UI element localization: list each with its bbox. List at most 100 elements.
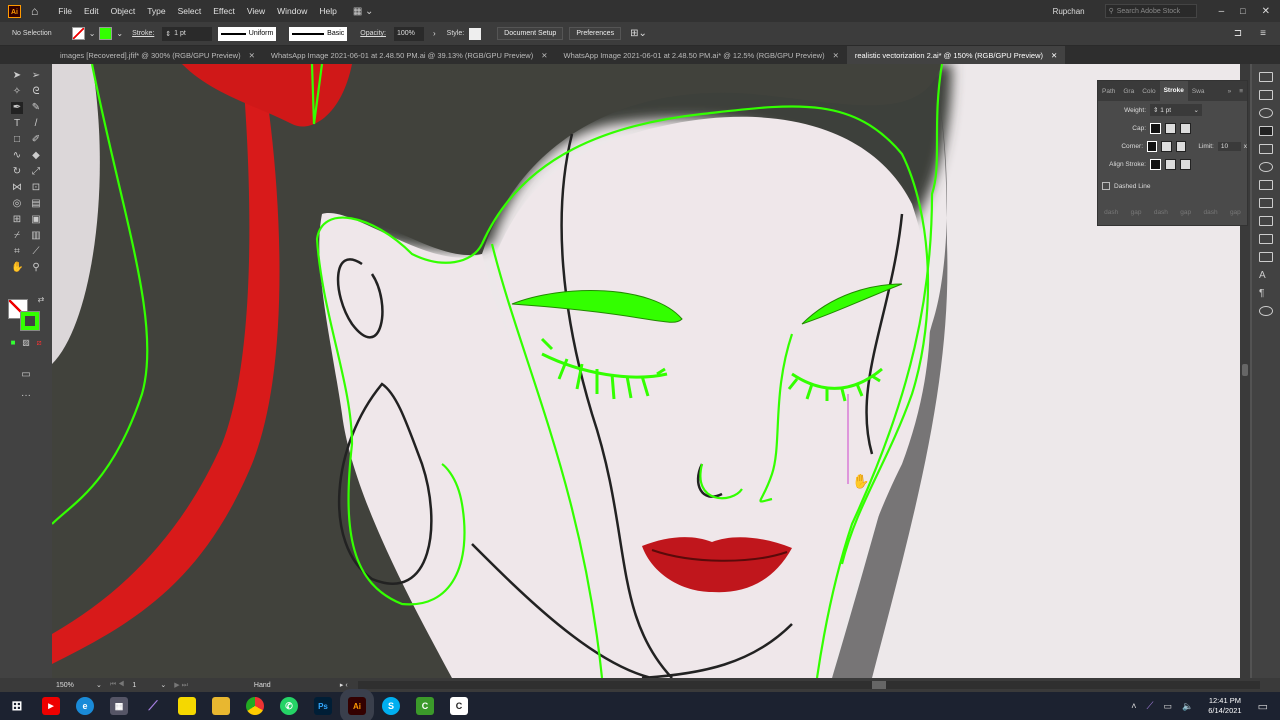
home-icon[interactable]: ⌂ xyxy=(31,4,38,18)
opacity-arrow-icon[interactable]: › xyxy=(433,29,436,38)
shape-builder-tool-icon[interactable]: ◎ xyxy=(11,198,23,210)
status-menu-icon[interactable]: ▸ ‹ xyxy=(340,681,348,689)
hand-tool-icon[interactable]: ✋ xyxy=(11,262,23,274)
document-tab[interactable]: images [Recovered].jfif* @ 300% (RGB/GPU… xyxy=(52,46,263,64)
artboard-number-field[interactable]: 1 xyxy=(132,682,160,689)
menu-file[interactable]: File xyxy=(58,6,72,16)
projecting-cap-button[interactable] xyxy=(1180,122,1191,134)
artboard-canvas[interactable]: ✋ xyxy=(52,64,1240,678)
notifications-icon[interactable]: ▭ xyxy=(1258,700,1268,713)
none-mode-icon[interactable]: ⧄ xyxy=(33,337,45,349)
limit-field[interactable]: 10 xyxy=(1217,141,1241,151)
close-tab-icon[interactable]: ✕ xyxy=(541,51,547,60)
calculator-icon[interactable]: ▦ xyxy=(110,697,128,715)
type-tool-icon[interactable]: T xyxy=(11,118,23,130)
direct-selection-tool-icon[interactable]: ➢ xyxy=(30,70,42,82)
width-tool-icon[interactable]: ⋈ xyxy=(11,182,23,194)
align-icon[interactable]: ⊐ xyxy=(1234,28,1242,39)
perspective-grid-tool-icon[interactable]: ▤ xyxy=(30,198,42,210)
slice-tool-icon[interactable]: ⟋ xyxy=(30,246,42,258)
dash-field[interactable]: dash xyxy=(1104,209,1118,216)
swap-colors-icon[interactable]: ⇄ xyxy=(35,294,47,306)
artboard-tool-icon[interactable]: ⌗ xyxy=(11,246,23,258)
align-panel-icon[interactable] xyxy=(1259,180,1273,190)
menu-effect[interactable]: Effect xyxy=(213,6,235,16)
whatsapp-icon[interactable]: ✆ xyxy=(280,697,298,715)
tab-pathfinder[interactable]: Path xyxy=(1098,88,1119,95)
close-tab-icon[interactable]: ✕ xyxy=(833,51,839,60)
color-panel-icon[interactable] xyxy=(1259,108,1273,118)
gradient-mode-icon[interactable]: ▨ xyxy=(20,337,32,349)
line-tool-icon[interactable]: / xyxy=(30,118,42,130)
stroke-weight-field[interactable]: ⇕ 1 pt xyxy=(162,26,213,41)
more-tools-icon[interactable]: ··· xyxy=(20,390,32,402)
tab-stroke[interactable]: Stroke xyxy=(1159,81,1188,101)
menu-help[interactable]: Help xyxy=(319,6,336,16)
close-tab-icon[interactable]: ✕ xyxy=(1051,51,1057,60)
panel-menu-icon[interactable]: ≡ xyxy=(1260,28,1266,39)
stroke-panel-icon[interactable] xyxy=(1259,126,1273,136)
zoom-dropdown-icon[interactable]: ⌄ xyxy=(96,681,102,689)
panel-menu-icon[interactable]: ≡ xyxy=(1235,88,1247,95)
menu-window[interactable]: Window xyxy=(277,6,307,16)
sticky-notes-icon[interactable] xyxy=(178,697,196,715)
menu-select[interactable]: Select xyxy=(178,6,202,16)
gap-field[interactable]: gap xyxy=(1230,209,1241,216)
close-button[interactable]: ✕ xyxy=(1262,6,1270,17)
chrome-icon[interactable] xyxy=(246,697,264,715)
color-mode-icon[interactable]: ■ xyxy=(7,337,19,349)
clock[interactable]: 12:41 PM 6/14/2021 xyxy=(1208,696,1241,716)
paragraph-panel-icon[interactable]: ¶ xyxy=(1259,288,1273,299)
close-tab-icon[interactable]: ✕ xyxy=(249,51,255,60)
pen-tray-icon[interactable]: ⟋ xyxy=(1146,701,1153,712)
dash-field[interactable]: dash xyxy=(1154,209,1168,216)
miter-join-button[interactable] xyxy=(1147,140,1158,152)
round-cap-button[interactable] xyxy=(1165,122,1176,134)
screen-mode-icon[interactable]: ▭ xyxy=(20,369,32,381)
photoshop-icon[interactable]: Ps xyxy=(314,697,332,715)
symbols-panel-icon[interactable] xyxy=(1259,216,1273,226)
round-join-button[interactable] xyxy=(1161,140,1172,152)
camtasia-recorder-icon[interactable]: C xyxy=(450,697,468,715)
search-stock-input[interactable]: ⚲ Search Adobe Stock xyxy=(1104,4,1197,18)
document-setup-button[interactable]: Document Setup xyxy=(497,27,564,40)
minimize-button[interactable]: – xyxy=(1219,6,1225,17)
stroke-color-box[interactable] xyxy=(20,311,40,331)
transform-panel-icon[interactable] xyxy=(1259,72,1273,82)
swatches-panel-icon[interactable] xyxy=(1259,144,1273,154)
magic-wand-tool-icon[interactable]: ✧ xyxy=(11,86,23,98)
skype-icon[interactable]: S xyxy=(382,697,400,715)
arrange-icon[interactable]: ⊞⌄ xyxy=(630,28,647,39)
tab-swatches[interactable]: Swa xyxy=(1188,88,1209,95)
file-explorer-icon[interactable] xyxy=(212,697,230,715)
mesh-tool-icon[interactable]: ⊞ xyxy=(11,214,23,226)
network-icon[interactable]: ▭ xyxy=(1163,701,1172,712)
selection-tool-icon[interactable]: ➤ xyxy=(11,70,23,82)
user-menu[interactable]: Rupchan xyxy=(1053,7,1085,16)
camtasia-icon[interactable]: C xyxy=(416,697,434,715)
menu-object[interactable]: Object xyxy=(111,6,136,16)
stroke-swatch[interactable] xyxy=(99,27,113,40)
align-inside-button[interactable] xyxy=(1165,158,1176,170)
illustrator-icon[interactable]: Ai xyxy=(340,689,374,720)
windows-start-icon[interactable]: ⊞ xyxy=(8,697,26,715)
eyedropper-tool-icon[interactable]: ⌿ xyxy=(11,230,23,242)
align-center-button[interactable] xyxy=(1150,158,1161,170)
volume-muted-icon[interactable]: 🔈 xyxy=(1182,701,1193,712)
preferences-button[interactable]: Preferences xyxy=(569,27,622,40)
fill-dropdown-icon[interactable]: ⌄ xyxy=(89,29,96,38)
stroke-dropdown-icon[interactable]: ⌄ xyxy=(116,29,123,38)
curvature-tool-icon[interactable]: ✎ xyxy=(30,102,42,114)
eraser-tool-icon[interactable]: ◆ xyxy=(30,150,42,162)
scale-tool-icon[interactable]: ⤢ xyxy=(30,166,42,178)
rectangle-tool-icon[interactable]: □ xyxy=(11,134,23,146)
paintbrush-tool-icon[interactable]: ∿ xyxy=(11,150,23,162)
maximize-button[interactable]: □ xyxy=(1240,6,1245,16)
fill-swatch[interactable] xyxy=(71,27,85,40)
align-outside-button[interactable] xyxy=(1180,158,1191,170)
artboards-panel-icon[interactable] xyxy=(1259,234,1273,244)
free-transform-tool-icon[interactable]: ⊡ xyxy=(30,182,42,194)
edge-icon[interactable]: e xyxy=(76,697,94,715)
tray-overflow-icon[interactable]: ˄ xyxy=(1131,701,1136,711)
rotate-tool-icon[interactable]: ↻ xyxy=(11,166,23,178)
